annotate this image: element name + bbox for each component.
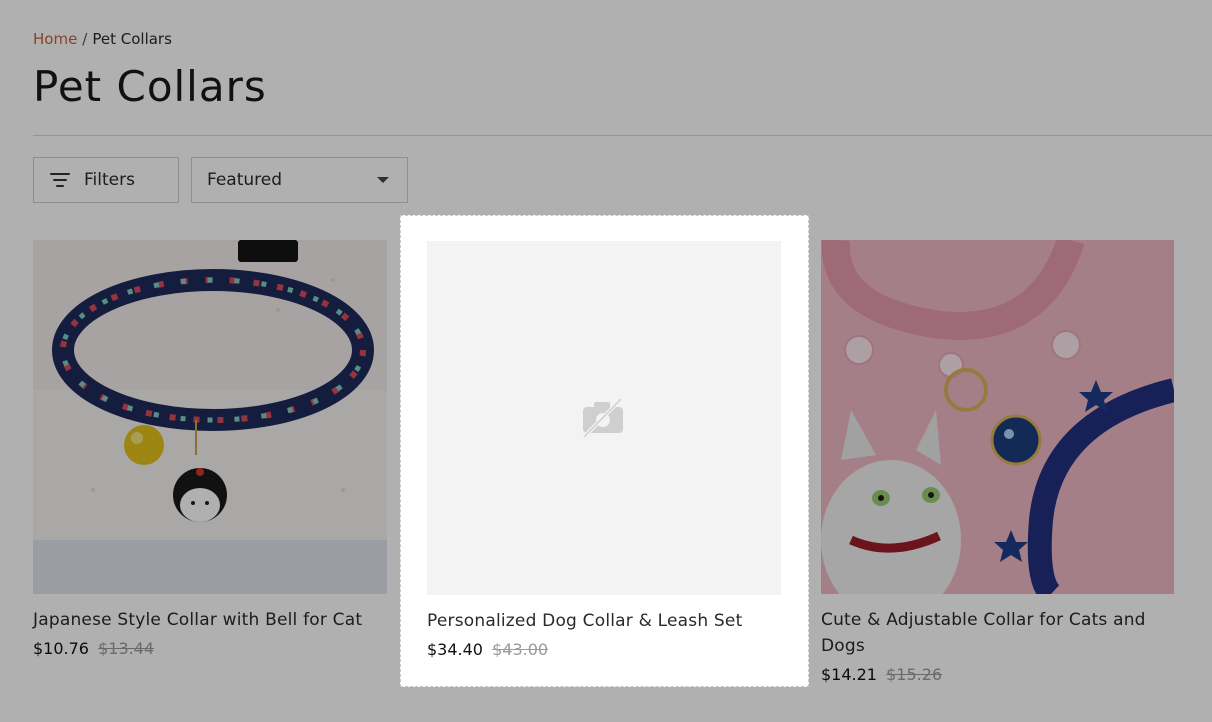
product-title[interactable]: Japanese Style Collar with Bell for Cat (33, 607, 387, 633)
chevron-down-icon (377, 177, 389, 183)
compare-price: $13.44 (98, 639, 155, 658)
product-title[interactable]: Cute & Adjustable Collar for Cats and Do… (821, 607, 1174, 659)
product-image[interactable] (821, 240, 1174, 594)
image-placeholder-icon (582, 397, 623, 439)
filters-button[interactable]: Filters (33, 157, 179, 203)
product-card[interactable]: Japanese Style Collar with Bell for Cat … (33, 240, 387, 658)
product-price: $14.21 $15.26 (821, 665, 1174, 684)
sale-price: $34.40 (427, 640, 483, 659)
breadcrumb-separator: / (82, 30, 88, 48)
compare-price: $43.00 (492, 640, 549, 659)
compare-price: $15.26 (886, 665, 943, 684)
collection-page: Home / Pet Collars Pet Collars Filters Fea… (0, 0, 1212, 722)
title-divider (33, 135, 1212, 136)
product-title[interactable]: Personalized Dog Collar & Leash Set (427, 608, 781, 634)
product-image[interactable] (427, 241, 781, 595)
sort-selected-value: Featured (207, 170, 283, 190)
breadcrumb: Home / Pet Collars (33, 30, 172, 48)
filters-label: Filters (84, 170, 135, 190)
product-card[interactable]: Personalized Dog Collar & Leash Set $34.… (427, 241, 781, 659)
sale-price: $14.21 (821, 665, 877, 684)
product-image[interactable] (33, 240, 387, 594)
page-title: Pet Collars (33, 62, 267, 111)
product-price: $10.76 $13.44 (33, 639, 387, 658)
product-price: $34.40 $43.00 (427, 640, 781, 659)
product-card[interactable]: Cute & Adjustable Collar for Cats and Do… (821, 240, 1174, 684)
sort-select[interactable]: Featured (191, 157, 408, 203)
breadcrumb-current: Pet Collars (92, 30, 172, 48)
highlighted-product-frame: Personalized Dog Collar & Leash Set $34.… (400, 215, 809, 687)
sale-price: $10.76 (33, 639, 89, 658)
filters-icon (50, 171, 70, 189)
breadcrumb-home-link[interactable]: Home (33, 30, 77, 48)
